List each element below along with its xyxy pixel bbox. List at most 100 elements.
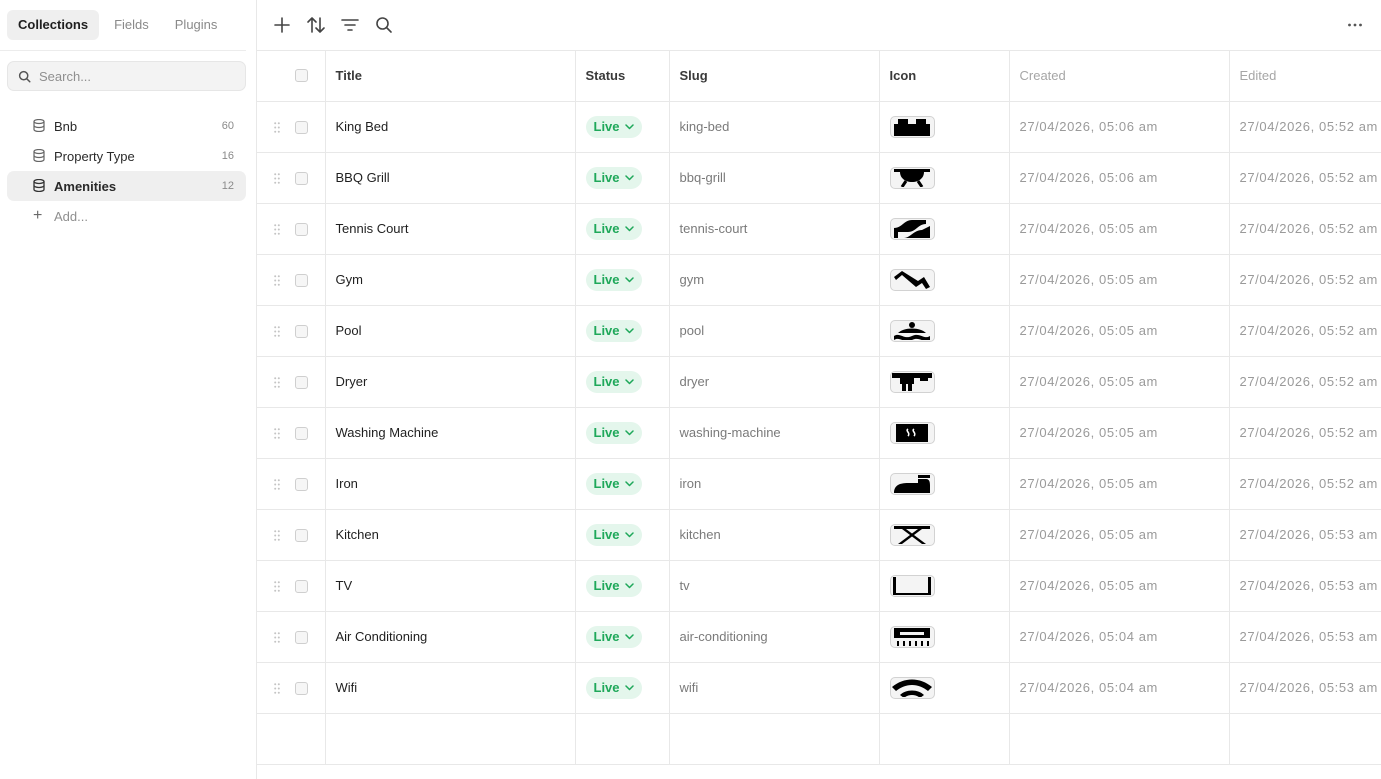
row-checkbox[interactable] <box>295 681 308 695</box>
table-row[interactable]: Dryer Live dryer 27/04/2026, 05:05 am 27/04/… <box>257 356 1381 408</box>
sort-button[interactable] <box>305 14 327 36</box>
row-checkbox[interactable] <box>295 426 308 440</box>
table-row[interactable]: Iron Live iron 27/04/2026, 05:05 am 27/04/20… <box>257 458 1381 510</box>
tab-plugins[interactable]: Plugins <box>164 10 229 40</box>
table-row[interactable]: King Bed Live king-bed 27/04/2026, 05:06 am… <box>257 101 1381 153</box>
status-badge[interactable]: Live <box>585 166 642 189</box>
status-badge[interactable]: Live <box>585 115 642 138</box>
gym-icon[interactable] <box>889 268 935 291</box>
filter-button[interactable] <box>339 14 361 36</box>
dryer-icon[interactable] <box>889 370 935 393</box>
cell-slug[interactable]: dryer <box>669 356 880 408</box>
drag-handle-icon[interactable] <box>274 325 280 337</box>
status-badge[interactable]: Live <box>585 319 642 342</box>
drag-handle-icon[interactable] <box>274 223 280 235</box>
drag-handle-icon[interactable] <box>274 529 280 541</box>
cell-title[interactable]: Wifi <box>325 662 576 714</box>
tv-icon[interactable] <box>889 574 935 597</box>
cell-slug[interactable]: tennis-court <box>669 203 880 255</box>
wifi-icon[interactable] <box>889 676 935 699</box>
kitchen-icon[interactable] <box>889 523 935 546</box>
drag-handle-icon[interactable] <box>274 427 280 439</box>
cell-slug[interactable]: wifi <box>669 662 880 714</box>
bbq-grill-icon[interactable] <box>889 166 935 189</box>
king-bed-icon[interactable] <box>889 115 935 138</box>
sidebar-item-bnb[interactable]: Bnb 60 <box>7 111 246 141</box>
table-row[interactable]: Wifi Live wifi 27/04/2026, 05:04 am 27/04/20… <box>257 662 1381 714</box>
drag-handle-icon[interactable] <box>274 631 280 643</box>
drag-handle-icon[interactable] <box>274 376 280 388</box>
tab-collections[interactable]: Collections <box>7 10 100 40</box>
cell-title[interactable]: King Bed <box>325 101 576 153</box>
row-checkbox[interactable] <box>295 120 308 134</box>
cell-slug[interactable]: washing-machine <box>669 407 880 459</box>
tennis-court-icon[interactable] <box>889 217 935 240</box>
air-conditioning-icon[interactable] <box>889 625 935 648</box>
cell-title[interactable]: TV <box>325 560 576 612</box>
sidebar-item-property-type[interactable]: Property Type 16 <box>7 141 246 171</box>
drag-handle-icon[interactable] <box>274 172 280 184</box>
add-item-button[interactable] <box>271 14 293 36</box>
column-header-status[interactable]: Status <box>575 51 670 102</box>
cell-slug[interactable]: bbq-grill <box>669 152 880 204</box>
table-row[interactable]: Gym Live gym 27/04/2026, 05:05 am 27/04/2026… <box>257 254 1381 306</box>
washing-machine-icon[interactable] <box>889 421 935 444</box>
row-checkbox[interactable] <box>295 579 308 593</box>
tab-fields[interactable]: Fields <box>103 10 160 40</box>
table-row[interactable]: Air Conditioning Live air-conditioning 27/0… <box>257 611 1381 663</box>
cell-slug[interactable]: tv <box>669 560 880 612</box>
status-badge[interactable]: Live <box>585 625 642 648</box>
add-collection-button[interactable]: + Add... <box>7 201 246 231</box>
cell-title[interactable]: Dryer <box>325 356 576 408</box>
row-checkbox[interactable] <box>295 528 308 542</box>
cell-slug[interactable]: pool <box>669 305 880 357</box>
drag-handle-icon[interactable] <box>274 274 280 286</box>
table-row[interactable]: Washing Machine Live washing-machine 27/04/… <box>257 407 1381 459</box>
cell-slug[interactable]: iron <box>669 458 880 510</box>
cell-title[interactable]: BBQ Grill <box>325 152 576 204</box>
table-row[interactable]: BBQ Grill Live bbq-grill 27/04/2026, 05:06 … <box>257 152 1381 204</box>
cell-title[interactable]: Air Conditioning <box>325 611 576 663</box>
drag-handle-icon[interactable] <box>274 121 280 133</box>
row-checkbox[interactable] <box>295 630 308 644</box>
cell-title[interactable]: Tennis Court <box>325 203 576 255</box>
cell-title[interactable]: Kitchen <box>325 509 576 561</box>
drag-handle-icon[interactable] <box>274 580 280 592</box>
pool-icon[interactable] <box>889 319 935 342</box>
cell-title[interactable]: Washing Machine <box>325 407 576 459</box>
row-checkbox[interactable] <box>295 324 308 338</box>
cell-title[interactable]: Pool <box>325 305 576 357</box>
column-header-icon[interactable]: Icon <box>879 51 1010 102</box>
iron-icon[interactable] <box>889 472 935 495</box>
cell-title[interactable]: Gym <box>325 254 576 306</box>
column-header-edited[interactable]: Edited <box>1229 51 1381 102</box>
status-badge[interactable]: Live <box>585 574 642 597</box>
status-badge[interactable]: Live <box>585 676 642 699</box>
select-all-checkbox[interactable] <box>295 69 308 82</box>
status-badge[interactable]: Live <box>585 370 642 393</box>
cell-slug[interactable]: gym <box>669 254 880 306</box>
row-checkbox[interactable] <box>295 477 308 491</box>
sidebar-item-amenities[interactable]: Amenities 12 <box>7 171 246 201</box>
search-button[interactable] <box>373 14 395 36</box>
table-row[interactable]: TV Live tv 27/04/2026, 05:05 am 27/04/2026, … <box>257 560 1381 612</box>
row-checkbox[interactable] <box>295 375 308 389</box>
row-checkbox[interactable] <box>295 222 308 236</box>
cell-slug[interactable]: kitchen <box>669 509 880 561</box>
table-row[interactable]: Pool Live pool 27/04/2026, 05:05 am 27/04/20… <box>257 305 1381 357</box>
column-header-created[interactable]: Created <box>1009 51 1230 102</box>
status-badge[interactable]: Live <box>585 268 642 291</box>
status-badge[interactable]: Live <box>585 217 642 240</box>
drag-handle-icon[interactable] <box>274 478 280 490</box>
column-header-slug[interactable]: Slug <box>669 51 880 102</box>
row-checkbox[interactable] <box>295 171 308 185</box>
status-badge[interactable]: Live <box>585 421 642 444</box>
row-checkbox[interactable] <box>295 273 308 287</box>
cell-slug[interactable]: air-conditioning <box>669 611 880 663</box>
table-row[interactable]: Kitchen Live kitchen 27/04/2026, 05:05 am 27… <box>257 509 1381 561</box>
cell-title[interactable]: Iron <box>325 458 576 510</box>
table-row[interactable]: Tennis Court Live tennis-court 27/04/2026, … <box>257 203 1381 255</box>
status-badge[interactable]: Live <box>585 472 642 495</box>
column-header-title[interactable]: Title <box>325 51 576 102</box>
more-options-button[interactable] <box>1347 15 1363 40</box>
